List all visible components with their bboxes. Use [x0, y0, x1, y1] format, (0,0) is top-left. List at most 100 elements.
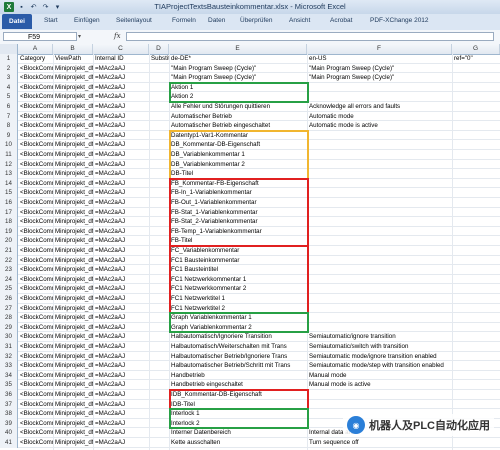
cell-g[interactable]: [452, 284, 500, 294]
cell-f[interactable]: Manual mode is active: [307, 380, 452, 390]
cell-c[interactable]: =MAc2aAJ: [93, 400, 149, 410]
cell-e[interactable]: Automatischer Betrieb: [169, 112, 307, 122]
column-header-a[interactable]: A: [18, 44, 53, 54]
row-header[interactable]: 17: [0, 207, 18, 218]
cell-e[interactable]: Automatischer Betrieb eingeschaltet: [169, 121, 307, 131]
row-header[interactable]: 24: [0, 274, 18, 285]
cell-e[interactable]: FB-In_1-Variablenkommentar: [169, 188, 307, 198]
cell-g[interactable]: [452, 121, 500, 131]
cell-d[interactable]: [149, 150, 169, 160]
cell-c[interactable]: =MAc2aAJ: [93, 131, 149, 141]
cell-f[interactable]: [307, 131, 452, 141]
cell-b[interactable]: Miniprojekt_dff: [53, 188, 93, 198]
cell-f[interactable]: [307, 265, 452, 275]
cell-c[interactable]: =MAc2aAJ: [93, 112, 149, 122]
cell-g[interactable]: [452, 390, 500, 400]
row-header[interactable]: 20: [0, 236, 18, 246]
cell-g[interactable]: [452, 352, 500, 362]
cell-f[interactable]: Semiautomatic/switch with transition: [307, 342, 452, 352]
row-header[interactable]: 26: [0, 294, 18, 304]
cell-c[interactable]: =MAc2aAJ: [93, 428, 149, 438]
row-header[interactable]: 3: [0, 73, 18, 83]
cell-c[interactable]: =MAc2aAJ: [93, 236, 149, 246]
cell-b[interactable]: Miniprojekt_dff: [53, 419, 93, 429]
cell-d[interactable]: [149, 188, 169, 198]
cell-g[interactable]: [452, 371, 500, 381]
worksheet-grid[interactable]: 1CategoryViewPathInternal IDSubstitution…: [0, 54, 500, 450]
row-header[interactable]: 34: [0, 370, 18, 381]
cell-a[interactable]: <BlockComm: [18, 438, 53, 448]
cell-e[interactable]: "Main Program Sweep (Cycle)": [169, 73, 307, 83]
cell-c[interactable]: =MAc2aAJ: [93, 438, 149, 448]
cell-a[interactable]: <BlockComm: [18, 208, 53, 218]
cell-a[interactable]: <BlockComm: [18, 227, 53, 237]
cell-f[interactable]: Automatic mode: [307, 112, 452, 122]
cell-f[interactable]: Turn sequence off: [307, 438, 452, 448]
row-header[interactable]: 12: [0, 159, 18, 170]
cell-g[interactable]: [452, 246, 500, 256]
cell-e[interactable]: Graph Variablenkommentar 2: [169, 323, 307, 333]
cell-g[interactable]: [452, 227, 500, 237]
cell-g[interactable]: [452, 236, 500, 246]
cell-f[interactable]: [307, 227, 452, 237]
tab-ansicht[interactable]: Ansicht: [289, 17, 310, 24]
cell-b[interactable]: Miniprojekt_dff: [53, 265, 93, 275]
cell-e[interactable]: FC_Variablenkommentar: [169, 246, 307, 256]
cell-b[interactable]: ViewPath: [53, 54, 93, 64]
cell-g[interactable]: [452, 64, 500, 74]
row-header[interactable]: 27: [0, 303, 18, 314]
cell-c[interactable]: =MAc2aAJ: [93, 419, 149, 429]
cell-c[interactable]: =MAc2aAJ: [93, 73, 149, 83]
cell-b[interactable]: Miniprojekt_dff: [53, 409, 93, 419]
cell-b[interactable]: Miniprojekt_dff: [53, 284, 93, 294]
cell-c[interactable]: =MAc2aAJ: [93, 246, 149, 256]
cell-f[interactable]: [307, 208, 452, 218]
cell-g[interactable]: [452, 323, 500, 333]
row-header[interactable]: 37: [0, 399, 18, 410]
cell-e[interactable]: DB-Titel: [169, 169, 307, 179]
row-header[interactable]: 25: [0, 284, 18, 294]
cell-b[interactable]: Miniprojekt_dff: [53, 380, 93, 390]
cell-g[interactable]: [452, 438, 500, 448]
cell-c[interactable]: =MAc2aAJ: [93, 294, 149, 304]
cell-d[interactable]: [149, 83, 169, 93]
cell-c[interactable]: =MAc2aAJ: [93, 323, 149, 333]
cell-d[interactable]: [149, 169, 169, 179]
cell-a[interactable]: <BlockComm: [18, 198, 53, 208]
cell-a[interactable]: <BlockComm: [18, 112, 53, 122]
cell-d[interactable]: [149, 140, 169, 150]
cell-a[interactable]: <BlockComm: [18, 352, 53, 362]
row-header[interactable]: 32: [0, 351, 18, 362]
row-header[interactable]: 14: [0, 178, 18, 189]
cell-e[interactable]: DB_Kommentar-DB-Eigenschaft: [169, 140, 307, 150]
cell-c[interactable]: =MAc2aAJ: [93, 342, 149, 352]
column-header-d[interactable]: D: [149, 44, 169, 54]
tab-formeln[interactable]: Formeln: [172, 17, 196, 24]
cell-c[interactable]: =MAc2aAJ: [93, 265, 149, 275]
cell-b[interactable]: Miniprojekt_dff: [53, 208, 93, 218]
cell-b[interactable]: Miniprojekt_dff: [53, 179, 93, 189]
cell-c[interactable]: =MAc2aAJ: [93, 121, 149, 131]
cell-a[interactable]: <BlockComm: [18, 236, 53, 246]
cell-c[interactable]: =MAc2aAJ: [93, 227, 149, 237]
column-header-c[interactable]: C: [93, 44, 149, 54]
cell-a[interactable]: <BlockComm: [18, 313, 53, 323]
cell-d[interactable]: [149, 332, 169, 342]
cell-a[interactable]: Category: [18, 54, 53, 64]
cell-c[interactable]: =MAc2aAJ: [93, 332, 149, 342]
cell-a[interactable]: <BlockComm: [18, 428, 53, 438]
cell-d[interactable]: [149, 73, 169, 83]
cell-c[interactable]: =MAc2aAJ: [93, 256, 149, 266]
cell-g[interactable]: [452, 73, 500, 83]
cell-c[interactable]: =MAc2aAJ: [93, 140, 149, 150]
cell-e[interactable]: FC1 Netzwerkkommentar 2: [169, 284, 307, 294]
cell-d[interactable]: [149, 284, 169, 294]
cell-e[interactable]: FB-Stat_1-Variablenkommentar: [169, 208, 307, 218]
cell-b[interactable]: Miniprojekt_dff: [53, 332, 93, 342]
row-header[interactable]: 19: [0, 226, 18, 237]
cell-f[interactable]: [307, 188, 452, 198]
cell-b[interactable]: Miniprojekt_dff: [53, 361, 93, 371]
cell-b[interactable]: Miniprojekt_dff: [53, 371, 93, 381]
cell-d[interactable]: [149, 121, 169, 131]
cell-d[interactable]: [149, 112, 169, 122]
